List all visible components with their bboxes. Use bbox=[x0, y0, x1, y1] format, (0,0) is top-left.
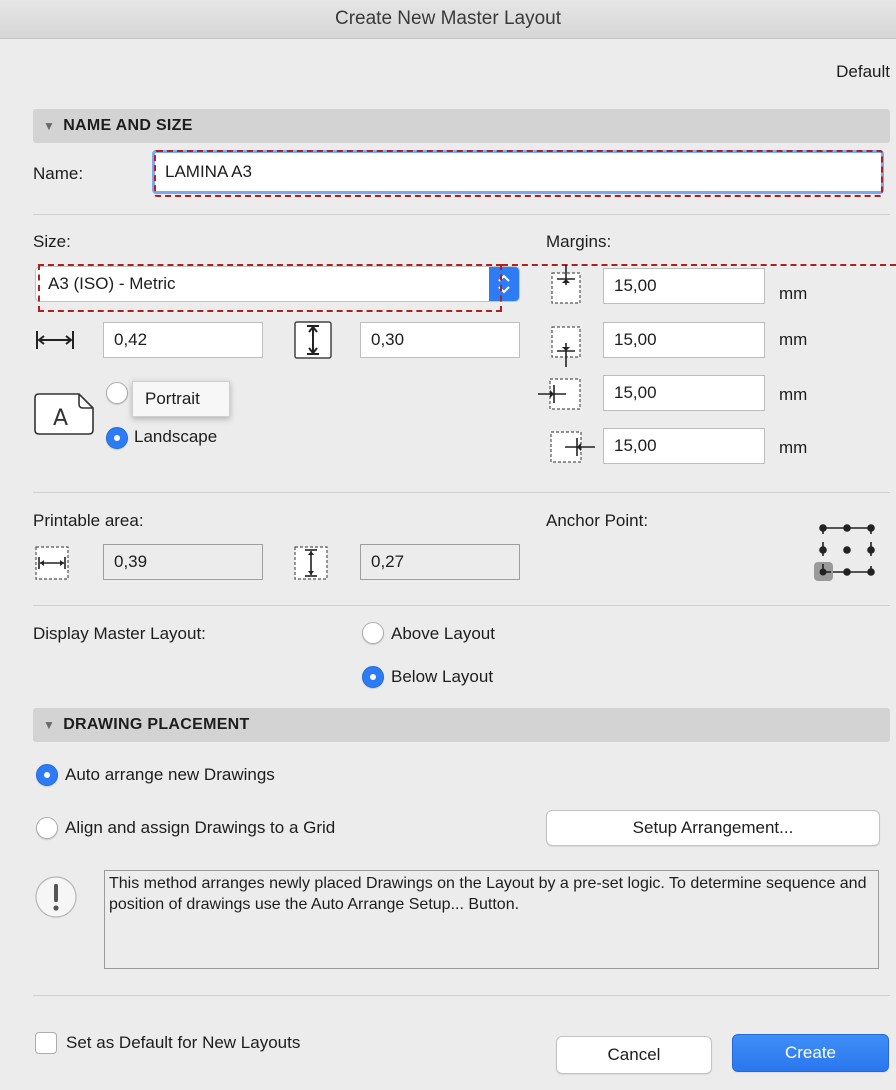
below-layout-label: Below Layout bbox=[391, 667, 494, 686]
margin-right-input[interactable]: 15,00 bbox=[603, 428, 765, 464]
name-highlight-box bbox=[154, 150, 883, 197]
printable-width-field: 0,39 bbox=[103, 544, 263, 580]
section-header-name-size[interactable]: ▼ NAME AND SIZE bbox=[33, 109, 890, 143]
margin-left-icon bbox=[536, 377, 584, 411]
create-button[interactable]: Create bbox=[732, 1034, 889, 1072]
page-orientation-icon: A bbox=[33, 392, 95, 436]
cancel-button[interactable]: Cancel bbox=[556, 1036, 712, 1074]
profile-label: Default bbox=[836, 62, 890, 81]
size-highlight-box bbox=[38, 264, 502, 312]
divider bbox=[33, 214, 890, 215]
margin-left-input[interactable]: 15,00 bbox=[603, 375, 765, 411]
set-default-checkbox[interactable] bbox=[35, 1032, 57, 1054]
above-layout-label: Above Layout bbox=[391, 624, 495, 643]
grid-align-label: Align and assign Drawings to a Grid bbox=[65, 818, 336, 837]
margin-left-unit: mm bbox=[779, 385, 808, 404]
margins-label: Margins: bbox=[546, 232, 612, 251]
divider bbox=[33, 605, 890, 606]
landscape-label: Landscape bbox=[134, 427, 218, 446]
margin-right-unit: mm bbox=[779, 438, 808, 457]
margin-bottom-icon bbox=[549, 325, 583, 369]
below-layout-radio[interactable] bbox=[362, 666, 384, 688]
above-layout-radio[interactable] bbox=[362, 622, 384, 644]
landscape-radio[interactable] bbox=[106, 427, 128, 449]
margin-top-unit: mm bbox=[779, 284, 808, 303]
anchor-point-grid[interactable] bbox=[813, 520, 879, 582]
section-header-drawing-placement[interactable]: ▼ DRAWING PLACEMENT bbox=[33, 708, 890, 742]
svg-text:A: A bbox=[53, 406, 68, 431]
margin-top-icon bbox=[549, 263, 583, 305]
margin-right-icon bbox=[549, 430, 599, 464]
portrait-tooltip: Portrait bbox=[132, 381, 230, 417]
printable-height-icon bbox=[293, 545, 329, 581]
width-arrows-icon bbox=[35, 328, 75, 352]
display-master-label: Display Master Layout: bbox=[33, 624, 206, 643]
printable-area-label: Printable area: bbox=[33, 511, 144, 530]
divider bbox=[33, 492, 890, 493]
auto-arrange-radio[interactable] bbox=[36, 764, 58, 786]
margin-bottom-unit: mm bbox=[779, 330, 808, 349]
margin-top-input[interactable]: 15,00 bbox=[603, 268, 765, 304]
printable-width-icon bbox=[34, 545, 70, 581]
info-exclamation-icon bbox=[34, 875, 78, 919]
portrait-radio[interactable] bbox=[106, 382, 128, 404]
height-arrows-icon bbox=[294, 321, 332, 359]
width-input[interactable]: 0,42 bbox=[103, 322, 263, 358]
window-title: Create New Master Layout bbox=[335, 8, 561, 29]
set-default-label: Set as Default for New Layouts bbox=[66, 1033, 301, 1052]
disclosure-triangle-icon: ▼ bbox=[43, 119, 56, 133]
printable-height-field: 0,27 bbox=[360, 544, 520, 580]
divider bbox=[33, 995, 890, 996]
grid-align-radio[interactable] bbox=[36, 817, 58, 839]
section-title: NAME AND SIZE bbox=[63, 117, 193, 134]
window-titlebar: Create New Master Layout bbox=[0, 0, 896, 39]
setup-arrangement-button[interactable]: Setup Arrangement... bbox=[546, 810, 880, 846]
size-label: Size: bbox=[33, 232, 71, 251]
section-title: DRAWING PLACEMENT bbox=[63, 716, 250, 733]
auto-arrange-label: Auto arrange new Drawings bbox=[65, 765, 275, 784]
margin-bottom-input[interactable]: 15,00 bbox=[603, 322, 765, 358]
info-text-box: This method arranges newly placed Drawin… bbox=[104, 870, 879, 969]
height-input[interactable]: 0,30 bbox=[360, 322, 520, 358]
portrait-label: Portrait bbox=[145, 389, 200, 408]
name-label: Name: bbox=[33, 164, 84, 183]
anchor-point-label: Anchor Point: bbox=[546, 511, 649, 530]
disclosure-triangle-icon: ▼ bbox=[43, 718, 56, 732]
